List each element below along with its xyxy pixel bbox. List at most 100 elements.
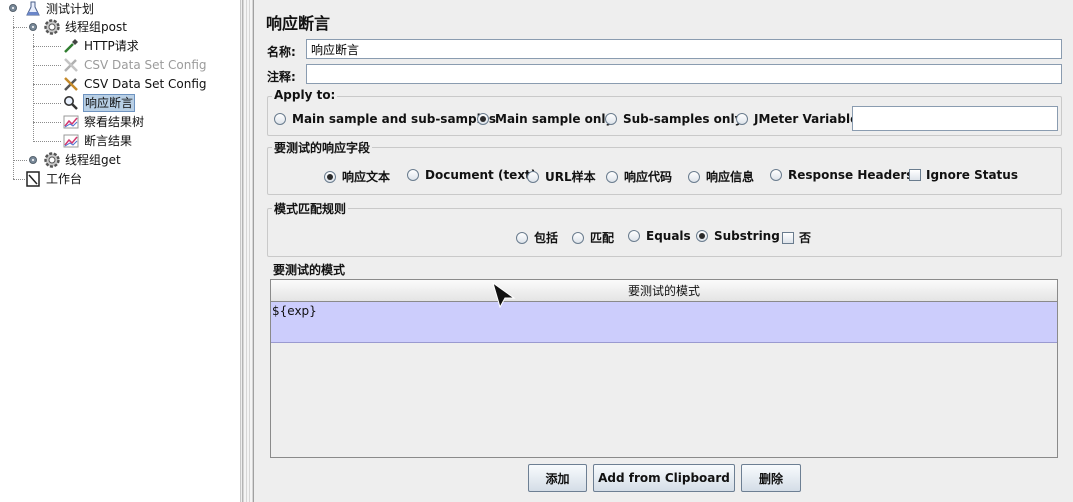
radio-button-selected[interactable] (477, 113, 489, 125)
pattern-rules-title: 模式匹配规则 (272, 200, 349, 217)
radio-button[interactable] (606, 170, 618, 183)
radio-equals[interactable]: Equals (628, 229, 691, 243)
tree-item-csv-config-disabled[interactable]: CSV Data Set Config (62, 56, 208, 74)
not-checkbox[interactable]: 否 (782, 229, 811, 246)
tree-item-thread-group-get[interactable]: 线程组get (43, 151, 122, 169)
tree-item-http-request[interactable]: HTTP请求 (62, 37, 140, 55)
radio-button[interactable] (516, 231, 528, 244)
response-field-title: 要测试的响应字段 (272, 139, 373, 156)
flask-icon (24, 0, 42, 18)
tree-toggle[interactable] (29, 23, 37, 31)
tree-line (33, 84, 61, 85)
tree-item-label: 线程组get (65, 153, 121, 167)
radio-button[interactable] (274, 113, 286, 125)
radio-substring[interactable]: Substring (696, 229, 780, 243)
split-pane-divider[interactable] (242, 0, 254, 502)
gear-icon (43, 151, 61, 169)
wrench-icon (62, 75, 80, 93)
patterns-title: 要测试的模式 (271, 261, 348, 278)
name-field[interactable] (306, 39, 1062, 59)
tree-item-label: 察看结果树 (84, 115, 145, 129)
gear-icon (43, 18, 61, 36)
comment-label: 注释: (267, 70, 296, 84)
radio-document-text[interactable]: Document (text) (407, 168, 536, 182)
tree-item-workbench[interactable]: 工作台 (24, 170, 83, 188)
radio-label: Substring (714, 229, 780, 243)
radio-label: Response Headers (788, 168, 914, 182)
jmeter-variable-input[interactable] (852, 106, 1058, 131)
radio-button[interactable] (572, 231, 584, 244)
checkbox[interactable] (782, 231, 794, 244)
tree-line (33, 141, 61, 142)
radio-label: Main sample and sub-samples (292, 112, 497, 126)
tree-item-label: 工作台 (46, 172, 83, 186)
test-plan-tree[interactable]: 测试计划 线程组post HTTP请求 CSV Data Set Config … (0, 0, 241, 502)
tree-item-label: CSV Data Set Config (84, 58, 207, 72)
tree-toggle[interactable] (9, 4, 17, 12)
patterns-table[interactable]: 要测试的模式 ${exp} (270, 279, 1058, 458)
radio-button[interactable] (688, 170, 700, 183)
tree-item-response-assertion[interactable]: 响应断言 (62, 94, 136, 112)
add-from-clipboard-button[interactable]: Add from Clipboard (593, 464, 735, 492)
tree-toggle[interactable] (29, 156, 37, 164)
tree-line (33, 34, 34, 142)
radio-sub-only[interactable]: Sub-samples only (605, 112, 742, 126)
radio-jmeter-variable[interactable]: JMeter Variable (736, 112, 858, 126)
radio-label: Sub-samples only (623, 112, 743, 126)
tree-line (33, 103, 61, 104)
radio-button-selected[interactable] (696, 230, 708, 242)
tree-item-view-results-tree[interactable]: 察看结果树 (62, 113, 145, 131)
radio-label: Main sample only (495, 112, 614, 126)
radio-button[interactable] (628, 230, 640, 242)
radio-main-only[interactable]: Main sample only (477, 112, 613, 126)
tree-item-test-plan[interactable]: 测试计划 (24, 0, 95, 18)
radio-label: JMeter Variable (754, 112, 859, 126)
tree-item-thread-group-post[interactable]: 线程组post (43, 18, 128, 36)
radio-label: URL样本 (545, 170, 596, 184)
tree-item-csv-config[interactable]: CSV Data Set Config (62, 75, 208, 93)
radio-button[interactable] (605, 113, 617, 125)
radio-response-headers[interactable]: Response Headers (770, 168, 913, 182)
radio-label: 响应代码 (624, 170, 673, 184)
radio-button-selected[interactable] (324, 170, 336, 183)
radio-contains[interactable]: 包括 (516, 229, 558, 246)
radio-matches[interactable]: 匹配 (572, 229, 614, 246)
table-row[interactable]: ${exp} (271, 302, 1057, 343)
radio-label: 匹配 (590, 231, 615, 245)
checkbox-label: 否 (799, 231, 812, 245)
radio-response-code[interactable]: 响应代码 (606, 168, 672, 185)
radio-button[interactable] (770, 169, 782, 181)
patterns-column-header[interactable]: 要测试的模式 (271, 280, 1057, 302)
add-button[interactable]: 添加 (528, 464, 587, 492)
radio-label: Equals (646, 229, 691, 243)
tree-line (33, 46, 61, 47)
radio-url-sample[interactable]: URL样本 (527, 168, 596, 185)
magnifier-icon (62, 94, 80, 112)
checkbox[interactable] (909, 169, 921, 181)
tree-item-label: HTTP请求 (84, 39, 139, 53)
tree-line (13, 16, 14, 179)
radio-button[interactable] (407, 169, 419, 181)
radio-main-and-sub[interactable]: Main sample and sub-samples (274, 112, 496, 126)
tree-line (13, 27, 27, 28)
radio-label: Document (text) (425, 168, 537, 182)
radio-response-message[interactable]: 响应信息 (688, 168, 754, 185)
tree-item-assertion-results[interactable]: 断言结果 (62, 132, 133, 150)
response-assertion-panel: 响应断言 名称: 注释: Apply to: Main sample and s… (256, 0, 1073, 502)
tree-line (13, 160, 27, 161)
radio-button[interactable] (527, 170, 539, 183)
radio-button[interactable] (736, 113, 748, 125)
clipboard-icon (24, 170, 42, 188)
pipette-icon (62, 37, 80, 55)
graph-icon (62, 132, 80, 150)
name-label: 名称: (267, 45, 296, 59)
graph-icon (62, 113, 80, 131)
comment-field[interactable] (306, 64, 1062, 84)
panel-title: 响应断言 (266, 14, 331, 33)
radio-label: 响应文本 (342, 170, 391, 184)
ignore-status-checkbox[interactable]: Ignore Status (909, 168, 1018, 182)
delete-button[interactable]: 删除 (741, 464, 801, 492)
tree-line (33, 122, 61, 123)
radio-response-text[interactable]: 响应文本 (324, 168, 390, 185)
radio-label: 包括 (534, 231, 559, 245)
